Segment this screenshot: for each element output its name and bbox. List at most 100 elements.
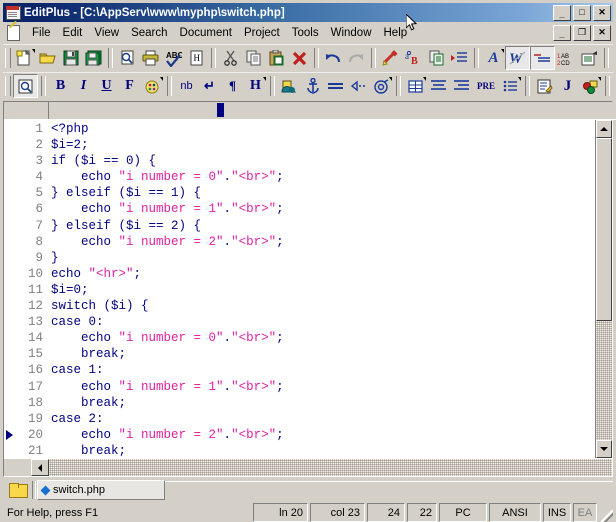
paragraph-icon[interactable]: ¶ <box>221 75 244 97</box>
toolbar-grip[interactable] <box>5 48 11 68</box>
spell-check-icon[interactable]: ABC <box>162 47 185 69</box>
code-line[interactable]: echo "i number = 2"."<br>"; <box>48 234 595 250</box>
code-line[interactable]: echo "i number = 1"."<br>"; <box>48 379 595 395</box>
code-line[interactable]: echo "i number = 0"."<br>"; <box>48 169 595 185</box>
menu-item-edit[interactable]: Edit <box>57 25 89 41</box>
menu-item-help[interactable]: Help <box>378 25 414 41</box>
sort-lines-icon[interactable]: 1AB2CD <box>555 47 578 69</box>
scroll-up-button[interactable] <box>596 120 612 138</box>
align-right-icon[interactable] <box>450 75 473 97</box>
open-file-icon[interactable] <box>36 47 59 69</box>
toggle-output-window-icon[interactable] <box>612 47 613 69</box>
scroll-left-button[interactable] <box>31 459 49 476</box>
undo-icon[interactable] <box>322 47 345 69</box>
code-line[interactable]: break; <box>48 443 595 458</box>
code-line[interactable]: if ($i == 0) { <box>48 153 595 169</box>
find-icon[interactable] <box>379 47 402 69</box>
menu-item-document[interactable]: Document <box>174 25 238 41</box>
menu-item-window[interactable]: Window <box>325 25 378 41</box>
horizontal-scroll-track[interactable] <box>49 459 612 476</box>
code-line[interactable]: $i=0; <box>48 282 595 298</box>
code-line[interactable]: break; <box>48 395 595 411</box>
save-all-icon[interactable] <box>82 47 105 69</box>
html-toolbar-grip[interactable] <box>5 76 11 96</box>
folder-icon[interactable] <box>9 482 28 498</box>
code-line[interactable]: echo "<hr>"; <box>48 266 595 282</box>
close-button[interactable]: ✕ <box>593 5 611 21</box>
insert-anchor-icon[interactable] <box>301 75 324 97</box>
font-style-icon[interactable]: A <box>482 47 505 69</box>
menu-item-project[interactable]: Project <box>238 25 286 41</box>
mdi-minimize-button[interactable]: _ <box>553 25 571 41</box>
browser-preview-icon[interactable]: H <box>185 47 208 69</box>
resize-grip[interactable] <box>599 503 613 522</box>
upload-ftp-icon[interactable] <box>578 47 601 69</box>
code-line[interactable]: echo "i number = 2"."<br>"; <box>48 427 595 443</box>
menu-item-tools[interactable]: Tools <box>286 25 325 41</box>
copy-icon[interactable] <box>242 47 265 69</box>
cut-icon[interactable] <box>219 47 242 69</box>
menu-item-search[interactable]: Search <box>125 25 173 41</box>
heading-icon[interactable]: H <box>244 75 267 97</box>
insert-form-icon[interactable] <box>533 75 556 97</box>
scroll-down-button[interactable] <box>596 440 612 458</box>
insert-image-icon[interactable] <box>278 75 301 97</box>
status-encoding[interactable]: ANSI <box>489 503 541 522</box>
non-breaking-space-icon[interactable]: nb <box>175 75 198 97</box>
code-line[interactable]: } elseif ($i == 2) { <box>48 218 595 234</box>
font-tag-icon[interactable]: F <box>118 75 141 97</box>
align-center-icon[interactable] <box>427 75 450 97</box>
code-line[interactable]: break; <box>48 346 595 362</box>
duplicate-line-icon[interactable] <box>425 47 448 69</box>
code-line[interactable]: $i=2; <box>48 137 595 153</box>
delete-icon[interactable] <box>288 47 311 69</box>
code-line[interactable]: case 2: <box>48 411 595 427</box>
print-icon[interactable] <box>139 47 162 69</box>
underline-icon[interactable]: U <box>95 75 118 97</box>
maximize-button[interactable]: □ <box>573 5 591 21</box>
preview-page-icon[interactable] <box>13 74 38 98</box>
print-preview-icon[interactable] <box>116 47 139 69</box>
insert-javascript-icon[interactable]: J <box>556 75 579 97</box>
code-line[interactable]: switch ($i) { <box>48 298 595 314</box>
tab-switch-php[interactable]: switch.php <box>37 480 165 500</box>
color-palette-icon[interactable] <box>141 75 164 97</box>
insert-object-icon[interactable] <box>370 75 393 97</box>
code-line[interactable]: case 0: <box>48 314 595 330</box>
code-line[interactable]: <?php <box>48 121 595 137</box>
horizontal-rule-icon[interactable] <box>324 75 347 97</box>
menu-item-file[interactable]: File <box>26 25 57 41</box>
code-line[interactable]: echo "i number = 1"."<br>"; <box>48 201 595 217</box>
vertical-scroll-track[interactable] <box>596 138 612 440</box>
mdi-restore-button[interactable]: ❐ <box>573 25 591 41</box>
bold-icon[interactable]: B <box>49 75 72 97</box>
code-line[interactable]: } elseif ($i == 1) { <box>48 185 595 201</box>
line-break-icon[interactable]: ↵ <box>198 75 221 97</box>
horizontal-scrollbar[interactable] <box>4 458 612 476</box>
new-document-icon[interactable] <box>13 47 36 69</box>
insert-indent-icon[interactable] <box>448 47 471 69</box>
italic-icon[interactable]: I <box>72 75 95 97</box>
insert-table-icon[interactable] <box>404 75 427 97</box>
code-line[interactable]: case 1: <box>48 362 595 378</box>
status-file-format[interactable]: PC <box>439 503 487 522</box>
insert-list-icon[interactable] <box>499 75 522 97</box>
paste-icon[interactable] <box>265 47 288 69</box>
preformatted-icon[interactable]: PRE <box>473 75 499 97</box>
code-line[interactable]: echo "i number = 0"."<br>"; <box>48 330 595 346</box>
find-replace-icon[interactable]: aB <box>402 47 425 69</box>
status-insert-mode[interactable]: INS <box>543 503 571 522</box>
align-text-icon[interactable] <box>530 46 555 70</box>
menu-item-view[interactable]: View <box>88 25 125 41</box>
save-file-icon[interactable] <box>59 47 82 69</box>
mdi-close-button[interactable]: ✕ <box>593 25 611 41</box>
vertical-scroll-thumb[interactable] <box>596 138 612 321</box>
code-line[interactable]: } <box>48 250 595 266</box>
code-text-area[interactable]: <?php$i=2;if ($i == 0) { echo "i number … <box>48 120 595 458</box>
vertical-scrollbar[interactable] <box>595 120 612 458</box>
insert-applet-icon[interactable] <box>579 75 602 97</box>
redo-icon[interactable] <box>345 47 368 69</box>
minimize-button[interactable]: _ <box>553 5 571 21</box>
word-wrap-icon[interactable]: W <box>505 46 530 70</box>
insert-comment-icon[interactable] <box>347 75 370 97</box>
